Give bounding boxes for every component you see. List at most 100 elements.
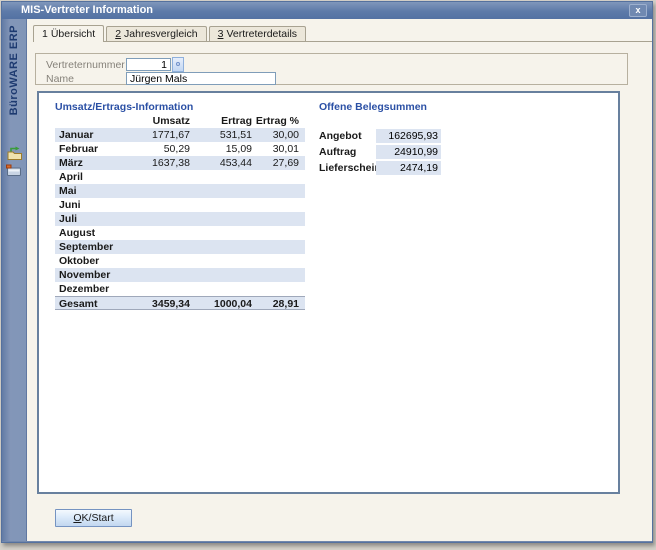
- ok-start-button[interactable]: OK/Start: [55, 509, 132, 527]
- umsatz-month-row: Juni: [55, 198, 305, 212]
- vertreter-form: Vertreternummer Name: [35, 53, 628, 85]
- ertrag-cell: [190, 254, 252, 268]
- tab-vertreterdetails[interactable]: 3Vertreterdetails: [209, 26, 306, 41]
- month-cell: Gesamt: [55, 297, 140, 311]
- tab-jahresvergleich[interactable]: 2Jahresvergleich: [106, 26, 206, 41]
- umsatz-table-rows: Januar1771,67531,5130,00Februar50,2915,0…: [55, 128, 305, 310]
- ertrag-cell: [190, 282, 252, 296]
- belege-row: Angebot162695,93: [319, 128, 441, 143]
- ertrag-pct-cell: [252, 254, 299, 268]
- belege-value: 162695,93: [376, 129, 441, 143]
- tab-übersicht[interactable]: 1Übersicht: [33, 25, 104, 42]
- belege-value: 2474,19: [376, 161, 441, 175]
- month-cell: Juni: [55, 198, 140, 212]
- belege-row: Lieferschein2474,19: [319, 160, 441, 175]
- titlebar[interactable]: MIS-Vertreter Information x: [2, 2, 652, 19]
- umsatz-month-row: März1637,38453,4427,69: [55, 156, 305, 170]
- month-cell: August: [55, 226, 140, 240]
- month-cell: April: [55, 170, 140, 184]
- tab-label: Vertreterdetails: [226, 28, 297, 40]
- ertrag-pct-cell: [252, 226, 299, 240]
- vertreternummer-input[interactable]: [126, 58, 171, 71]
- header-ertrag-pct: Ertrag %: [252, 115, 299, 128]
- vertreternummer-label: Vertreternummer: [46, 59, 125, 71]
- tab-number: 2: [115, 28, 121, 40]
- umsatz-month-row: Dezember: [55, 282, 305, 296]
- month-cell: Oktober: [55, 254, 140, 268]
- umsatz-cell: [140, 282, 190, 296]
- belege-value: 24910,99: [376, 145, 441, 159]
- disk-icon[interactable]: [6, 164, 23, 179]
- month-cell: Februar: [55, 142, 140, 156]
- umsatz-cell: 1771,67: [140, 128, 190, 142]
- ertrag-cell: [190, 226, 252, 240]
- brand-vertical-label: BüroWARE ERP: [8, 25, 20, 115]
- ertrag-pct-cell: [252, 212, 299, 226]
- ertrag-cell: [190, 184, 252, 198]
- window-title: MIS-Vertreter Information: [21, 4, 153, 16]
- ertrag-pct-cell: [252, 268, 299, 282]
- tab-number: 3: [218, 28, 224, 40]
- overview-panel: Umsatz/Ertrags-Information Umsatz Ertrag…: [37, 91, 620, 494]
- umsatz-cell: [140, 268, 190, 282]
- month-cell: November: [55, 268, 140, 282]
- belege-section-title: Offene Belegsummen: [319, 101, 427, 113]
- header-ertrag: Ertrag: [190, 115, 252, 128]
- ertrag-cell: [190, 240, 252, 254]
- ertrag-pct-cell: [252, 184, 299, 198]
- umsatz-cell: [140, 170, 190, 184]
- belege-label: Angebot: [319, 130, 376, 142]
- umsatz-month-row: April: [55, 170, 305, 184]
- umsatz-month-row: Februar50,2915,0930,01: [55, 142, 305, 156]
- umsatz-month-row: September: [55, 240, 305, 254]
- sidebar: BüroWARE ERP: [2, 19, 27, 541]
- umsatz-month-row: August: [55, 226, 305, 240]
- umsatz-month-row: November: [55, 268, 305, 282]
- ertrag-cell: [190, 198, 252, 212]
- umsatz-month-row: Oktober: [55, 254, 305, 268]
- ertrag-pct-cell: [252, 240, 299, 254]
- open-folder-icon[interactable]: [6, 146, 23, 161]
- umsatz-cell: [140, 198, 190, 212]
- umsatz-table: Umsatz Ertrag Ertrag % Januar1771,67531,…: [55, 115, 305, 310]
- month-cell: März: [55, 156, 140, 170]
- umsatz-cell: [140, 212, 190, 226]
- ertrag-pct-cell: [252, 282, 299, 296]
- umsatz-cell: [140, 254, 190, 268]
- umsatz-cell: [140, 184, 190, 198]
- umsatz-month-row: Januar1771,67531,5130,00: [55, 128, 305, 142]
- belege-row: Auftrag24910,99: [319, 144, 441, 159]
- month-cell: Juli: [55, 212, 140, 226]
- belege-label: Lieferschein: [319, 162, 376, 174]
- ertrag-pct-cell: 28,91: [252, 297, 299, 311]
- umsatz-table-header: Umsatz Ertrag Ertrag %: [55, 115, 305, 128]
- umsatz-cell: [140, 226, 190, 240]
- header-month: [55, 115, 140, 128]
- tab-strip: 1Übersicht2Jahresvergleich3Vertreterdeta…: [33, 24, 652, 42]
- umsatz-section-title: Umsatz/Ertrags-Information: [55, 101, 193, 113]
- belege-rows: Angebot162695,93Auftrag24910,99Liefersch…: [319, 128, 441, 176]
- vertreternummer-spinner-button[interactable]: [172, 57, 184, 72]
- umsatz-cell: [140, 240, 190, 254]
- umsatz-cell: 3459,34: [140, 297, 190, 311]
- month-cell: September: [55, 240, 140, 254]
- month-cell: Dezember: [55, 282, 140, 296]
- umsatz-month-row: Mai: [55, 184, 305, 198]
- ertrag-cell: 453,44: [190, 156, 252, 170]
- ertrag-cell: 15,09: [190, 142, 252, 156]
- umsatz-month-row: Juli: [55, 212, 305, 226]
- close-button[interactable]: x: [629, 4, 647, 17]
- ertrag-pct-cell: 30,01: [252, 142, 299, 156]
- ertrag-pct-cell: [252, 170, 299, 184]
- header-umsatz: Umsatz: [140, 115, 190, 128]
- ertrag-cell: 1000,04: [190, 297, 252, 311]
- name-input[interactable]: [126, 72, 276, 85]
- ertrag-cell: [190, 170, 252, 184]
- ertrag-cell: [190, 268, 252, 282]
- ertrag-pct-cell: 30,00: [252, 128, 299, 142]
- tab-label: Übersicht: [51, 28, 95, 40]
- ertrag-cell: 531,51: [190, 128, 252, 142]
- mis-vertreter-window: MIS-Vertreter Information x BüroWARE ERP: [1, 1, 653, 543]
- tab-content: 1Übersicht2Jahresvergleich3Vertreterdeta…: [27, 19, 652, 541]
- ertrag-cell: [190, 212, 252, 226]
